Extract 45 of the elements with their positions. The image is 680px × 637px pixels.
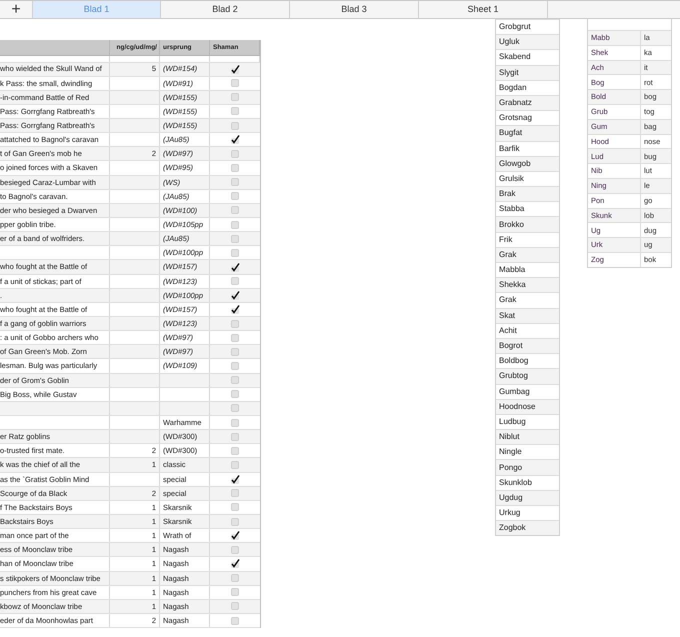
checkbox[interactable] [230, 559, 240, 568]
table-cell: Bogrot [499, 340, 523, 352]
sheet-tab[interactable]: Blad 3 [290, 1, 419, 18]
checkbox[interactable] [230, 304, 240, 314]
table-cell: Stabba [499, 203, 524, 216]
checkbox[interactable] [230, 290, 240, 300]
table-cell: Ugluk [499, 36, 520, 48]
table-cell: Skunklob [499, 476, 532, 489]
table-cell: Ningle [499, 446, 522, 458]
checkbox[interactable] [230, 474, 240, 484]
table-cell: Grak [499, 294, 516, 306]
table-cell: Grak [499, 248, 516, 261]
table-cell: Frik [499, 234, 512, 246]
table-cell: Skat [499, 310, 516, 322]
table-cell: Bugfat [499, 127, 522, 140]
table-cell: Hoodnose [499, 400, 536, 413]
table-cell: Gumbag [499, 386, 530, 398]
table-cell: Pongo [499, 462, 522, 474]
table-cell: Slygit [499, 66, 519, 79]
table-cell: Niblut [499, 431, 520, 444]
checkbox[interactable] [230, 135, 240, 144]
table-cell: Ludbug [499, 416, 526, 428]
checkbox[interactable] [230, 64, 240, 74]
sheet-tab[interactable]: Blad 2 [161, 1, 290, 18]
table-cell: Ugdug [499, 492, 523, 504]
checkbox[interactable] [230, 531, 240, 540]
table-cell: Grubtog [499, 370, 528, 382]
table-cell: Achit [499, 324, 517, 337]
sheet-tab[interactable]: Sheet 1 [419, 1, 548, 18]
table-cell: Glowgob [499, 158, 531, 170]
table-cell: Grabnatz [499, 97, 532, 110]
checkbox[interactable] [230, 262, 240, 272]
table-cell: Boldbog [499, 355, 528, 368]
table-cell: Grobgrut [499, 21, 531, 34]
table-cell: Grulsik [499, 172, 524, 185]
table-cell: Shekka [499, 279, 526, 292]
table-cell: Barfik [499, 142, 520, 155]
table-cell: Bogdan [499, 82, 527, 94]
table-cell: Grotsnag [499, 112, 532, 124]
table-cell: Brak [499, 188, 516, 200]
table-cell: Mabbla [499, 264, 526, 276]
table-cell: Zogbok [499, 522, 526, 534]
table-cell: Urkug [499, 507, 520, 520]
table-cell: Brokko [499, 218, 524, 231]
table-cell: Skabend [499, 51, 531, 64]
